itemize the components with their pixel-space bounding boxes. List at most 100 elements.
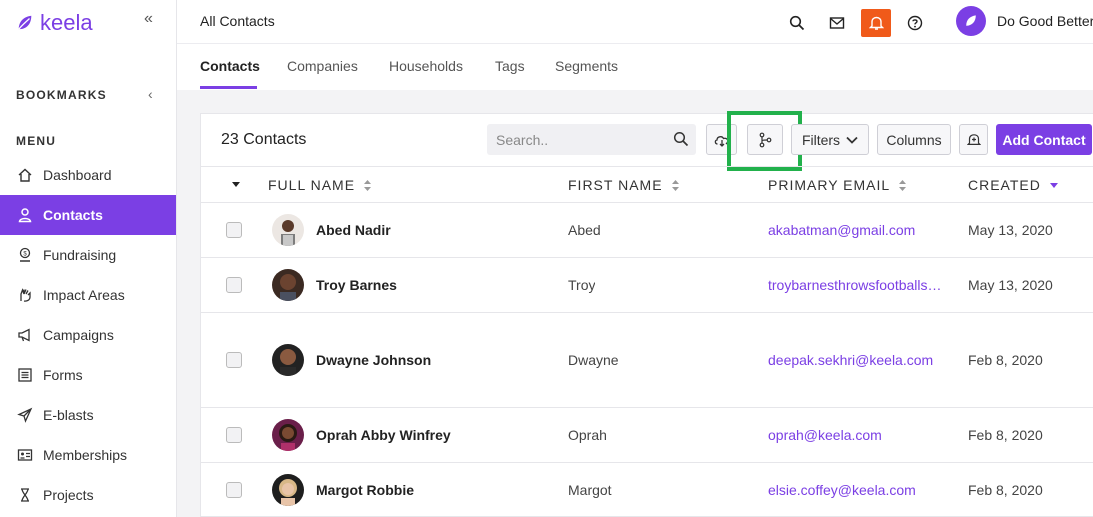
sidebar-item-forms[interactable]: Forms — [0, 355, 176, 395]
tabs-bar: Contacts Companies Households Tags Segme… — [177, 44, 1093, 90]
sidebar-item-label: Fundraising — [43, 247, 117, 263]
full-name-cell[interactable]: Troy Barnes — [316, 277, 397, 293]
row-checkbox[interactable] — [226, 482, 242, 498]
bookmarks-heading: BOOKMARKS — [16, 88, 107, 102]
email-link[interactable]: akabatman@gmail.com — [768, 222, 946, 238]
column-header-label: PRIMARY EMAIL — [768, 177, 891, 193]
table-row[interactable]: Dwayne Johnson Dwayne deepak.sekhri@keel… — [201, 313, 1093, 408]
filters-label: Filters — [801, 131, 841, 148]
notifications-bell-icon[interactable] — [861, 9, 891, 37]
first-name-cell: Margot — [568, 482, 612, 498]
tab-segments[interactable]: Segments — [555, 58, 618, 74]
form-icon — [17, 367, 33, 383]
full-name-cell[interactable]: Abed Nadir — [316, 222, 391, 238]
sidebar-item-label: Campaigns — [43, 327, 114, 343]
sidebar-nav: Dashboard Contacts $ Fundraising Impact … — [0, 155, 176, 515]
mail-icon[interactable] — [822, 9, 852, 37]
chevron-left-icon[interactable]: ‹ — [148, 86, 153, 102]
bell-plus-icon — [966, 133, 981, 145]
full-name-cell[interactable]: Dwayne Johnson — [316, 352, 431, 368]
sidebar-item-contacts[interactable]: Contacts — [0, 195, 176, 235]
avatar — [272, 214, 304, 246]
sidebar-item-label: Contacts — [43, 207, 103, 223]
sidebar-item-label: Dashboard — [43, 167, 112, 183]
column-header-label: CREATED — [968, 177, 1041, 193]
row-checkbox[interactable] — [226, 277, 242, 293]
full-name-cell[interactable]: Oprah Abby Winfrey — [316, 427, 451, 443]
tab-tags[interactable]: Tags — [495, 58, 525, 74]
first-name-cell: Oprah — [568, 427, 607, 443]
sidebar-item-label: Impact Areas — [43, 287, 125, 303]
home-icon — [17, 167, 33, 183]
sidebar-item-label: Memberships — [43, 447, 128, 463]
id-card-icon — [17, 447, 33, 463]
sidebar-item-campaigns[interactable]: Campaigns — [0, 315, 176, 355]
help-icon[interactable] — [900, 9, 930, 37]
created-date-cell: May 13, 2020 — [968, 277, 1053, 293]
email-link[interactable]: troybarnesthrowsfootballs… — [768, 277, 946, 293]
created-date-cell: Feb 8, 2020 — [968, 427, 1043, 443]
tab-contacts[interactable]: Contacts — [200, 58, 260, 74]
row-checkbox[interactable] — [226, 427, 242, 443]
select-all-caret-icon[interactable] — [231, 181, 241, 188]
sidebar-item-label: Forms — [43, 367, 83, 383]
avatar — [272, 474, 304, 506]
table-row[interactable]: Abed Nadir Abed akabatman@gmail.com May … — [201, 203, 1093, 258]
sidebar-item-memberships[interactable]: Memberships — [0, 435, 176, 475]
first-name-cell: Dwayne — [568, 352, 619, 368]
column-header-primary-email[interactable]: PRIMARY EMAIL — [768, 177, 907, 193]
first-name-cell: Troy — [568, 277, 596, 293]
sidebar-item-e-blasts[interactable]: E-blasts — [0, 395, 176, 435]
email-link[interactable]: elsie.coffey@keela.com — [768, 482, 946, 498]
email-link[interactable]: oprah@keela.com — [768, 427, 946, 443]
add-contact-button[interactable]: Add Contact — [996, 124, 1092, 155]
avatar — [272, 344, 304, 376]
search-box — [487, 124, 696, 155]
column-header-first-name[interactable]: FIRST NAME — [568, 177, 680, 193]
contacts-count: 23 Contacts — [221, 131, 307, 148]
table-row[interactable]: Margot Robbie Margot elsie.coffey@keela.… — [201, 463, 1093, 517]
active-tab-indicator — [200, 86, 257, 89]
table-row[interactable]: Troy Barnes Troy troybarnesthrowsfootbal… — [201, 258, 1093, 313]
column-header-label: FIRST NAME — [568, 177, 663, 193]
sidebar-item-label: E-blasts — [43, 407, 94, 423]
created-date-cell: Feb 8, 2020 — [968, 352, 1043, 368]
hand-icon — [17, 287, 33, 303]
created-date-cell: Feb 8, 2020 — [968, 482, 1043, 498]
alert-bell-button[interactable] — [959, 124, 988, 155]
sidebar-item-label: Projects — [43, 487, 94, 503]
created-date-cell: May 13, 2020 — [968, 222, 1053, 238]
column-header-created[interactable]: CREATED — [968, 177, 1059, 193]
search-icon[interactable] — [782, 9, 812, 37]
full-name-cell[interactable]: Margot Robbie — [316, 482, 414, 498]
filters-button[interactable]: Filters — [791, 124, 869, 155]
sort-desc-icon — [1049, 182, 1058, 188]
row-checkbox[interactable] — [226, 222, 242, 238]
contacts-card: 23 Contacts Filters Columns Add Contact … — [200, 111, 1093, 517]
sort-icon — [671, 179, 679, 191]
user-name[interactable]: Do Good Better — [997, 13, 1093, 29]
send-icon — [17, 407, 33, 423]
search-input[interactable] — [487, 124, 662, 155]
row-checkbox[interactable] — [226, 352, 242, 368]
hourglass-icon — [17, 487, 33, 503]
email-link[interactable]: deepak.sekhri@keela.com — [768, 352, 946, 368]
search-icon[interactable] — [673, 131, 689, 152]
tab-companies[interactable]: Companies — [287, 58, 358, 74]
columns-button[interactable]: Columns — [877, 124, 951, 155]
keela-logo[interactable]: keela — [16, 10, 93, 36]
tab-households[interactable]: Households — [389, 58, 463, 74]
table-row[interactable]: Oprah Abby Winfrey Oprah oprah@keela.com… — [201, 408, 1093, 463]
chevron-down-icon — [846, 136, 858, 144]
sidebar-item-fundraising[interactable]: $ Fundraising — [0, 235, 176, 275]
sidebar-item-projects[interactable]: Projects — [0, 475, 176, 515]
sidebar-item-dashboard[interactable]: Dashboard — [0, 155, 176, 195]
top-bar: All Contacts Do Good Better — [177, 0, 1093, 44]
user-avatar[interactable] — [956, 6, 986, 36]
sidebar-item-impact-areas[interactable]: Impact Areas — [0, 275, 176, 315]
page-title: All Contacts — [200, 13, 275, 29]
column-header-label: FULL NAME — [268, 177, 356, 193]
column-header-full-name[interactable]: FULL NAME — [268, 177, 372, 193]
avatar — [272, 419, 304, 451]
collapse-sidebar-icon[interactable]: « — [144, 10, 153, 28]
